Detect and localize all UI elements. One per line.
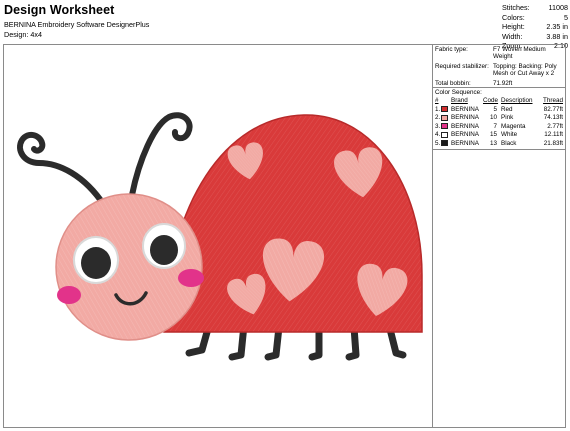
stat-height: Height: 2.35 in [502, 22, 568, 32]
stat-label: Stitches: [502, 3, 530, 12]
stat-width: Width: 3.88 in [502, 32, 568, 42]
color-description: White [501, 131, 518, 139]
color-code: 13 [489, 140, 497, 147]
stat-label: Width: [502, 31, 523, 41]
color-index: 3. [435, 122, 441, 130]
stat-value: 2.35 in [546, 22, 568, 32]
color-row: 5. BERNINA 13 Black 21.83ft [433, 139, 565, 148]
col-index: # [435, 97, 439, 105]
color-brand: BERNINA [451, 131, 479, 139]
color-brand: BERNINA [451, 140, 479, 147]
design-preview [4, 45, 432, 427]
fabric-label: Fabric type: [435, 46, 468, 53]
color-swatch [441, 140, 448, 147]
antenna [129, 112, 193, 198]
color-swatch [441, 123, 448, 130]
stabilizer-value: Topping: Backing: Poly Mesh or Cut Away … [493, 62, 557, 78]
stat-value: 11008 [548, 3, 568, 12]
stabilizer-label: Required stabilizer: [435, 62, 489, 70]
color-swatch [441, 105, 448, 112]
color-description: Magenta [501, 122, 526, 130]
stat-stitches: Stitches: 11008 [502, 3, 568, 13]
bobbin-value: 71.92ft [493, 79, 513, 87]
color-swatch [441, 131, 448, 138]
color-thread: 74.13ft [543, 114, 563, 122]
color-row: 2. BERNINA 10 Pink 74.13ft [433, 114, 565, 123]
sequence-bottom-rule [433, 149, 565, 150]
col-thread: Thread [543, 97, 563, 105]
panel-separator [433, 87, 565, 89]
bobbin-row: Total bobbin: 71.92ft [433, 80, 565, 87]
color-code: 7 [493, 122, 497, 130]
color-code: 10 [489, 114, 497, 122]
color-description: Black [501, 140, 517, 147]
color-index: 1. [435, 105, 441, 113]
fabric-value: F7 Woven Medium Weight [493, 46, 546, 61]
col-code: Code [483, 97, 499, 105]
stat-label: Height: [502, 22, 525, 32]
color-sequence-header: # Brand Code Description Thread [433, 96, 565, 105]
pupil-right [150, 235, 178, 265]
color-description: Red [501, 105, 513, 113]
cheek-left [57, 286, 81, 304]
stat-value: 3.88 in [546, 31, 568, 41]
design-name: Design: 4x4 [4, 30, 42, 39]
color-thread: 21.83ft [543, 140, 563, 147]
software-name: BERNINA Embroidery Software DesignerPlus [4, 20, 150, 29]
cheek-right [178, 269, 204, 287]
color-row: 1. BERNINA 5 Red 82.77ft [433, 105, 565, 114]
color-brand: BERNINA [451, 105, 479, 113]
color-index: 5. [435, 140, 441, 147]
color-swatch [441, 114, 448, 121]
antenna [17, 131, 107, 208]
bobbin-label: Total bobbin: [435, 79, 471, 87]
color-brand: BERNINA [451, 114, 479, 122]
stat-value: 5 [564, 12, 568, 22]
color-row: 4. BERNINA 15 White 12.11ft [433, 131, 565, 140]
color-thread: 82.77ft [543, 105, 563, 113]
antennae [17, 112, 193, 208]
color-code: 5 [493, 105, 497, 113]
color-sequence-title: Color Sequence: [435, 89, 482, 97]
color-row: 3. BERNINA 7 Magenta 2.77ft [433, 122, 565, 131]
worksheet-title: Design Worksheet [4, 3, 115, 17]
ladybug-embroidery [17, 112, 423, 361]
color-brand: BERNINA [451, 122, 479, 130]
color-description: Pink [501, 114, 514, 122]
col-description: Description [501, 97, 533, 105]
stat-label: Colors: [502, 12, 525, 22]
stat-colors: Colors: 5 [502, 13, 568, 23]
color-thread: 12.11ft [544, 131, 563, 139]
color-code: 15 [489, 131, 497, 139]
color-index: 2. [435, 114, 441, 122]
info-panel: Fabric type: F7 Woven Medium Weight Requ… [433, 45, 565, 150]
stabilizer-row: Required stabilizer: Topping: Backing: P… [433, 63, 565, 78]
fabric-row: Fabric type: F7 Woven Medium Weight [433, 45, 565, 61]
col-brand: Brand [451, 97, 468, 105]
color-index: 4. [435, 131, 441, 139]
color-thread: 2.77ft [547, 122, 563, 130]
pupil-left [81, 247, 111, 279]
